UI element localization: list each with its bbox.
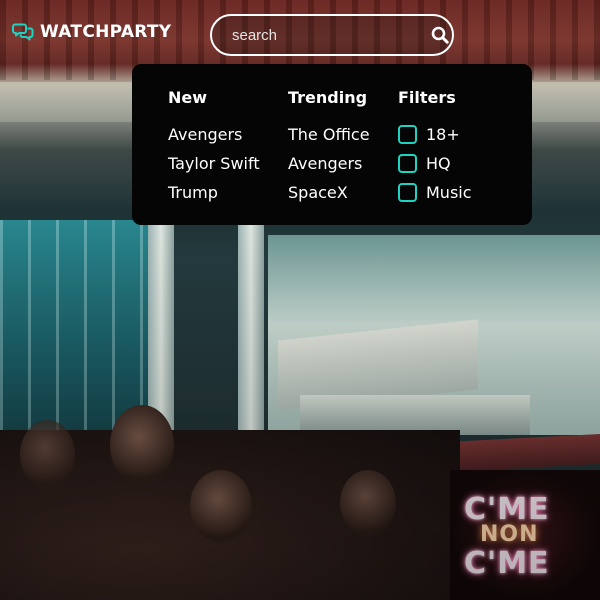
- new-column: New Avengers Taylor Swift Trump: [168, 88, 260, 207]
- filter-music[interactable]: Music: [398, 178, 472, 207]
- trending-item-link[interactable]: SpaceX: [288, 178, 370, 207]
- new-item-link[interactable]: Trump: [168, 178, 260, 207]
- trending-item-link[interactable]: The Office: [288, 120, 370, 149]
- filter-18plus[interactable]: 18+: [398, 120, 472, 149]
- new-item-link[interactable]: Taylor Swift: [168, 149, 260, 178]
- search-button[interactable]: [431, 16, 449, 54]
- filter-checkbox[interactable]: [398, 154, 417, 173]
- search-input[interactable]: [212, 26, 431, 44]
- trending-heading: Trending: [288, 88, 368, 107]
- new-heading: New: [168, 88, 208, 107]
- filter-checkbox[interactable]: [398, 125, 417, 144]
- filter-label: 18+: [426, 125, 460, 144]
- filters-heading: Filters: [398, 88, 456, 107]
- brand-name: WATCHPARTY: [40, 22, 172, 42]
- filter-checkbox[interactable]: [398, 183, 417, 202]
- filters-column: Filters 18+ HQ Music: [398, 88, 472, 207]
- trending-item-link[interactable]: Avengers: [288, 149, 370, 178]
- brand-logo[interactable]: WATCHPARTY: [12, 22, 171, 42]
- new-item-link[interactable]: Avengers: [168, 120, 260, 149]
- search-bar: [210, 14, 454, 56]
- search-dropdown-panel: New Avengers Taylor Swift Trump Trending…: [132, 64, 532, 225]
- trending-column: Trending The Office Avengers SpaceX: [288, 88, 370, 207]
- search-icon: [431, 26, 449, 44]
- filter-hq[interactable]: HQ: [398, 149, 472, 178]
- filter-label: Music: [426, 183, 472, 202]
- filter-label: HQ: [426, 154, 451, 173]
- chat-bubbles-icon: [12, 22, 34, 42]
